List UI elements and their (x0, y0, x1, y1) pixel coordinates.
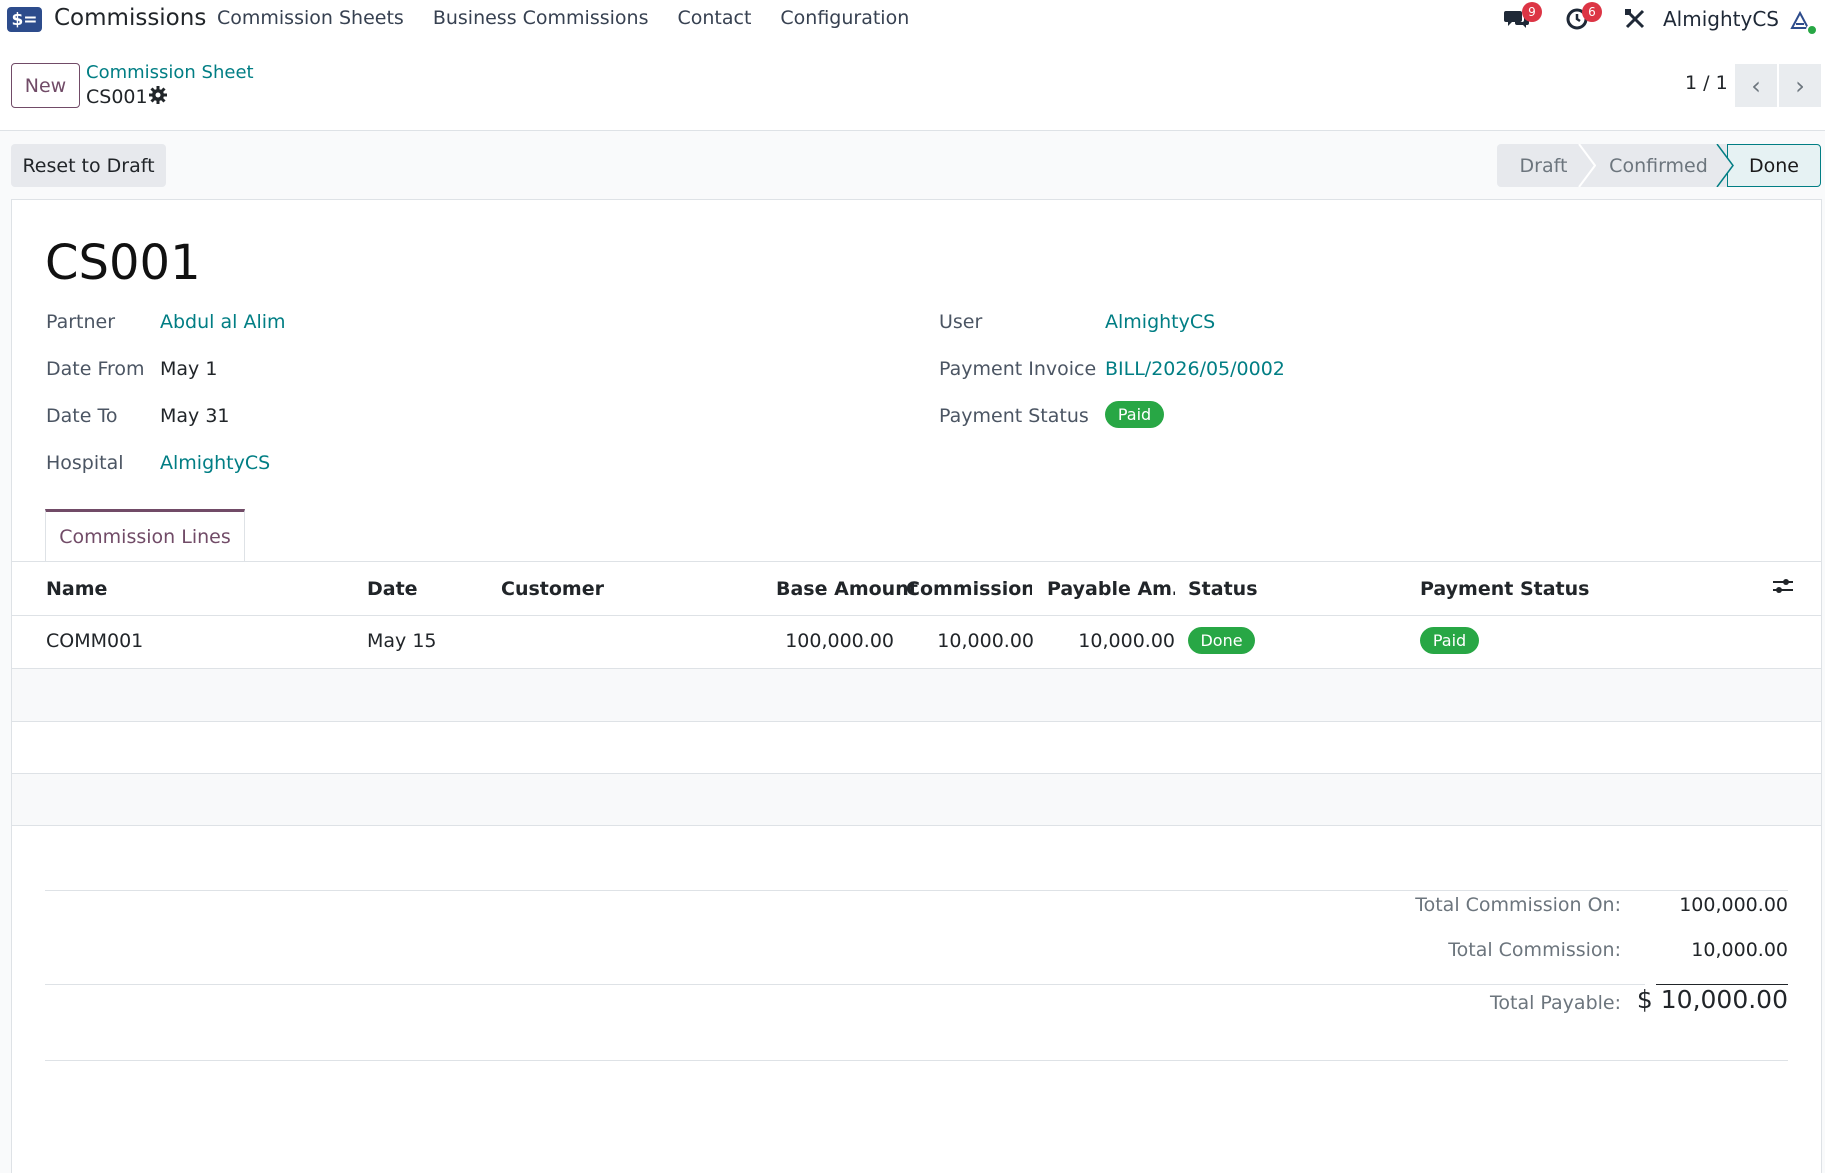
cell-payable-amount: 10,000.00 (1078, 630, 1175, 652)
status-step-done[interactable]: Done (1727, 144, 1821, 187)
form-sheet: CS001 Partner Abdul al Alim Date From Ma… (11, 199, 1822, 1173)
empty-row (12, 722, 1821, 774)
menu-business-commissions[interactable]: Business Commissions (433, 7, 649, 29)
breadcrumb-commission-sheet[interactable]: Commission Sheet (86, 62, 254, 83)
messages-count-badge: 9 (1522, 2, 1542, 22)
menu-configuration[interactable]: Configuration (780, 7, 909, 29)
table-header-divider (12, 615, 1821, 616)
user-menu[interactable]: AlmightyCS (1663, 7, 1779, 31)
date-to-label: Date To (46, 405, 118, 427)
breadcrumb-current-record: CS001 (86, 86, 148, 108)
sliders-icon (1773, 579, 1793, 593)
column-name[interactable]: Name (46, 578, 107, 600)
totals-top-divider (45, 890, 1788, 891)
column-settings-icon[interactable] (1772, 576, 1794, 602)
gear-icon[interactable] (148, 85, 168, 110)
empty-row (12, 669, 1821, 721)
pager-value[interactable]: 1 / 1 (1685, 72, 1728, 94)
total-commission-on-label: Total Commission On: (1415, 894, 1621, 916)
totals-mid-divider (45, 984, 1645, 985)
total-commission-on-value: 100,000.00 (1679, 894, 1788, 916)
partner-label: Partner (46, 311, 116, 333)
date-from-field[interactable]: May 1 (160, 358, 217, 380)
empty-row (12, 774, 1821, 826)
status-bar: Draft Confirmed Done (1497, 144, 1821, 187)
app-title[interactable]: Commissions (54, 5, 206, 31)
status-arrow-divider-active (1716, 144, 1734, 187)
column-commission[interactable]: Commission… (906, 578, 1032, 600)
date-from-label: Date From (46, 358, 145, 380)
pager-next-button[interactable]: › (1779, 64, 1821, 107)
reset-to-draft-button[interactable]: Reset to Draft (11, 144, 166, 187)
payment-status-badge: Paid (1105, 401, 1164, 428)
total-commission-label: Total Commission: (1448, 939, 1621, 961)
status-step-confirmed[interactable]: Confirmed (1590, 144, 1727, 187)
chevron-right-icon: › (1795, 71, 1805, 100)
cell-base-amount: 100,000.00 (785, 630, 894, 652)
tab-commission-lines[interactable]: Commission Lines (45, 509, 245, 562)
tab-divider (12, 561, 1821, 562)
partner-field[interactable]: Abdul al Alim (160, 311, 286, 333)
menu-commission-sheets[interactable]: Commission Sheets (217, 7, 404, 29)
total-payable-value: $ 10,000.00 (1636, 985, 1788, 1014)
pager-previous-button[interactable]: ‹ (1735, 64, 1777, 107)
date-to-field[interactable]: May 31 (160, 405, 230, 427)
payment-invoice-field[interactable]: BILL/2026/05/0002 (1105, 358, 1285, 380)
user-label: User (939, 311, 983, 333)
column-customer[interactable]: Customer (501, 578, 604, 600)
column-payment-status[interactable]: Payment Status (1420, 578, 1589, 600)
chat-icon[interactable]: 9 (1502, 2, 1542, 32)
cell-date: May 15 (367, 630, 437, 652)
chevron-left-icon: ‹ (1751, 71, 1761, 100)
record-title: CS001 (45, 235, 201, 291)
control-panel: New Commission Sheet CS001 1 / 1 ‹ › (0, 39, 1825, 131)
user-field[interactable]: AlmightyCS (1105, 311, 1215, 333)
activities-count-badge: 6 (1582, 2, 1602, 22)
payment-status-label: Payment Status (939, 405, 1089, 427)
menu-contact[interactable]: Contact (677, 7, 751, 29)
total-commission-value: 10,000.00 (1691, 939, 1788, 961)
tools-icon[interactable] (1620, 6, 1650, 32)
column-date[interactable]: Date (367, 578, 418, 600)
top-navbar: $= Commissions Commission Sheets Busines… (0, 0, 1825, 39)
column-status[interactable]: Status (1188, 578, 1258, 600)
row-divider (12, 825, 1821, 826)
column-payable-amount[interactable]: Payable Am… (1047, 578, 1175, 600)
commissions-app-icon[interactable]: $= (7, 7, 42, 32)
clock-icon[interactable]: 6 (1562, 2, 1602, 32)
hospital-field[interactable]: AlmightyCS (160, 452, 270, 474)
column-base-amount[interactable]: Base Amount (776, 578, 918, 600)
cell-name: COMM001 (46, 630, 144, 652)
total-payable-label: Total Payable: (1490, 992, 1621, 1014)
hospital-label: Hospital (46, 452, 124, 474)
payment-status-badge-row: Paid (1420, 627, 1479, 654)
totals-bottom-divider (45, 1060, 1788, 1061)
tools-icon-glyph (1625, 9, 1645, 29)
cell-commission: 10,000.00 (937, 630, 1034, 652)
payment-invoice-label: Payment Invoice (939, 358, 1097, 380)
status-badge: Done (1188, 627, 1255, 654)
gear-icon-glyph (149, 86, 167, 104)
presence-status-dot (1806, 24, 1818, 36)
main-menu: Commission Sheets Business Commissions C… (217, 7, 938, 29)
status-arrow-divider (1578, 144, 1596, 187)
new-button[interactable]: New (11, 63, 80, 108)
status-step-draft[interactable]: Draft (1497, 144, 1590, 187)
